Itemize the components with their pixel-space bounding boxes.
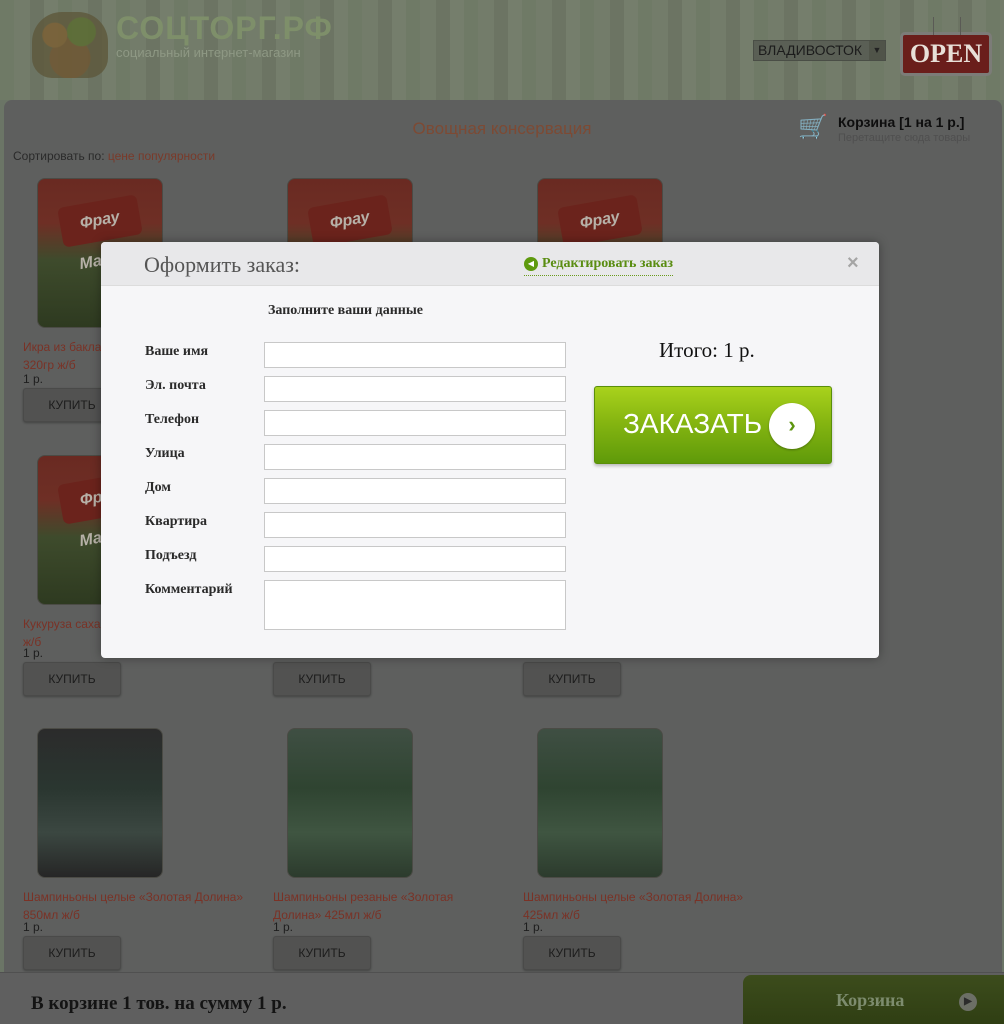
- product-image[interactable]: [537, 728, 663, 878]
- order-modal: Оформить заказ: ◀ Редактировать заказ × З…: [101, 242, 879, 658]
- field-label: Эл. почта: [145, 378, 206, 393]
- product-price: 1 р.: [273, 920, 294, 934]
- chevron-right-icon: ›: [769, 403, 815, 449]
- buy-button[interactable]: КУПИТЬ: [523, 936, 621, 970]
- field-label: Подъезд: [145, 548, 197, 563]
- text-input[interactable]: [264, 342, 566, 368]
- product-image-brand: Фрау Марта: [307, 194, 393, 273]
- product-image[interactable]: [37, 728, 163, 878]
- edit-order-label: Редактировать заказ: [542, 256, 674, 271]
- cart-summary: В корзине 1 тов. на сумму 1 р.: [31, 993, 287, 1014]
- product-name-line: Долина» 425мл ж/б: [273, 908, 382, 922]
- open-sign: OPEN: [900, 17, 992, 76]
- product-image[interactable]: [287, 728, 413, 878]
- product-price: 1 р.: [23, 920, 44, 934]
- text-input[interactable]: [264, 444, 566, 470]
- product-name[interactable]: Шампиньоны целые «Золотая Долина» 425мл ж…: [523, 888, 763, 924]
- sort-by-popularity-link[interactable]: популярности: [138, 149, 215, 163]
- buy-button[interactable]: КУПИТЬ: [273, 662, 371, 696]
- sort-by-price-link[interactable]: цене: [108, 149, 135, 163]
- modal-header: Оформить заказ: ◀ Редактировать заказ ×: [101, 242, 879, 286]
- place-order-label: ЗАКАЗАТЬ: [623, 408, 763, 439]
- product-name[interactable]: Шампиньоны целые «Золотая Долина» 850мл ж…: [23, 888, 263, 924]
- close-icon[interactable]: ×: [847, 252, 859, 275]
- product-price: 1 р.: [523, 920, 544, 934]
- field-label: Ваше имя: [145, 344, 209, 359]
- cart-button-label: Корзина: [836, 990, 905, 1010]
- product-name-line: Шампиньоны целые «Золотая Долина»: [23, 890, 244, 904]
- field-label: Квартира: [145, 514, 208, 529]
- site-header: СОЦТОРГ.РФ социальный интернет-магазин В…: [0, 0, 1004, 100]
- field-label: Телефон: [145, 412, 200, 427]
- text-input[interactable]: [264, 512, 566, 538]
- field-label: Улица: [145, 446, 185, 461]
- buy-button[interactable]: КУПИТЬ: [23, 662, 121, 696]
- product-name-line: Шампиньоны резаные «Золотая: [273, 890, 454, 904]
- text-input[interactable]: [264, 410, 566, 436]
- product-image-brand: Фрау Марта: [57, 194, 143, 273]
- product-name-line: 425мл ж/б: [523, 908, 580, 922]
- edit-order-link[interactable]: ◀ Редактировать заказ: [524, 254, 674, 276]
- arrow-left-icon: ◀: [524, 257, 538, 271]
- logo-basket-image[interactable]: [32, 12, 108, 78]
- form-heading: Заполните ваши данные: [268, 303, 423, 318]
- product-name[interactable]: Шампиньоны резаные «Золотая Долина» 425мл…: [273, 888, 513, 924]
- cart-button[interactable]: Корзина ▶: [743, 975, 1004, 1024]
- text-input[interactable]: [264, 478, 566, 504]
- field-label: Комментарий: [145, 582, 233, 597]
- arrow-right-icon: ▶: [959, 993, 977, 1011]
- chevron-down-icon[interactable]: ▼: [869, 41, 885, 60]
- mini-cart-hint: Перетащите сюда товары: [838, 132, 971, 144]
- field-label: Дом: [145, 480, 171, 495]
- product-price: 1 р.: [23, 646, 44, 660]
- modal-title: Оформить заказ:: [144, 252, 301, 277]
- sort-label: Сортировать по:: [13, 149, 105, 163]
- city-select[interactable]: ВЛАДИВОСТОК ▼: [753, 40, 886, 61]
- cart-icon: 🛒: [798, 114, 828, 141]
- text-input[interactable]: [264, 376, 566, 402]
- logo-title-suffix: .РФ: [272, 10, 333, 46]
- logo-title-main: СОЦТОРГ: [116, 10, 273, 46]
- product-name-line: Шампиньоны целые «Золотая Долина»: [523, 890, 744, 904]
- buy-button[interactable]: КУПИТЬ: [273, 936, 371, 970]
- order-total: Итого: 1 р.: [659, 338, 755, 362]
- product-image-brand: Фрау Марта: [557, 194, 643, 273]
- logo-subtitle: социальный интернет-магазин: [116, 45, 301, 60]
- buy-button[interactable]: КУПИТЬ: [523, 662, 621, 696]
- mini-cart-title: Корзина [1 на 1 р.]: [838, 114, 965, 130]
- city-select-value: ВЛАДИВОСТОК: [758, 42, 863, 58]
- logo-title[interactable]: СОЦТОРГ.РФ: [116, 10, 333, 47]
- buy-button[interactable]: КУПИТЬ: [23, 936, 121, 970]
- product-price: 1 р.: [23, 372, 44, 386]
- bottom-cart-bar: В корзине 1 тов. на сумму 1 р. Корзина ▶: [0, 972, 1004, 1024]
- comment-textarea[interactable]: [264, 580, 566, 630]
- product-name-line: 850мл ж/б: [23, 908, 80, 922]
- text-input[interactable]: [264, 546, 566, 572]
- sort-row: Сортировать по: цене популярности: [13, 149, 215, 163]
- place-order-button[interactable]: ЗАКАЗАТЬ ›: [594, 386, 832, 464]
